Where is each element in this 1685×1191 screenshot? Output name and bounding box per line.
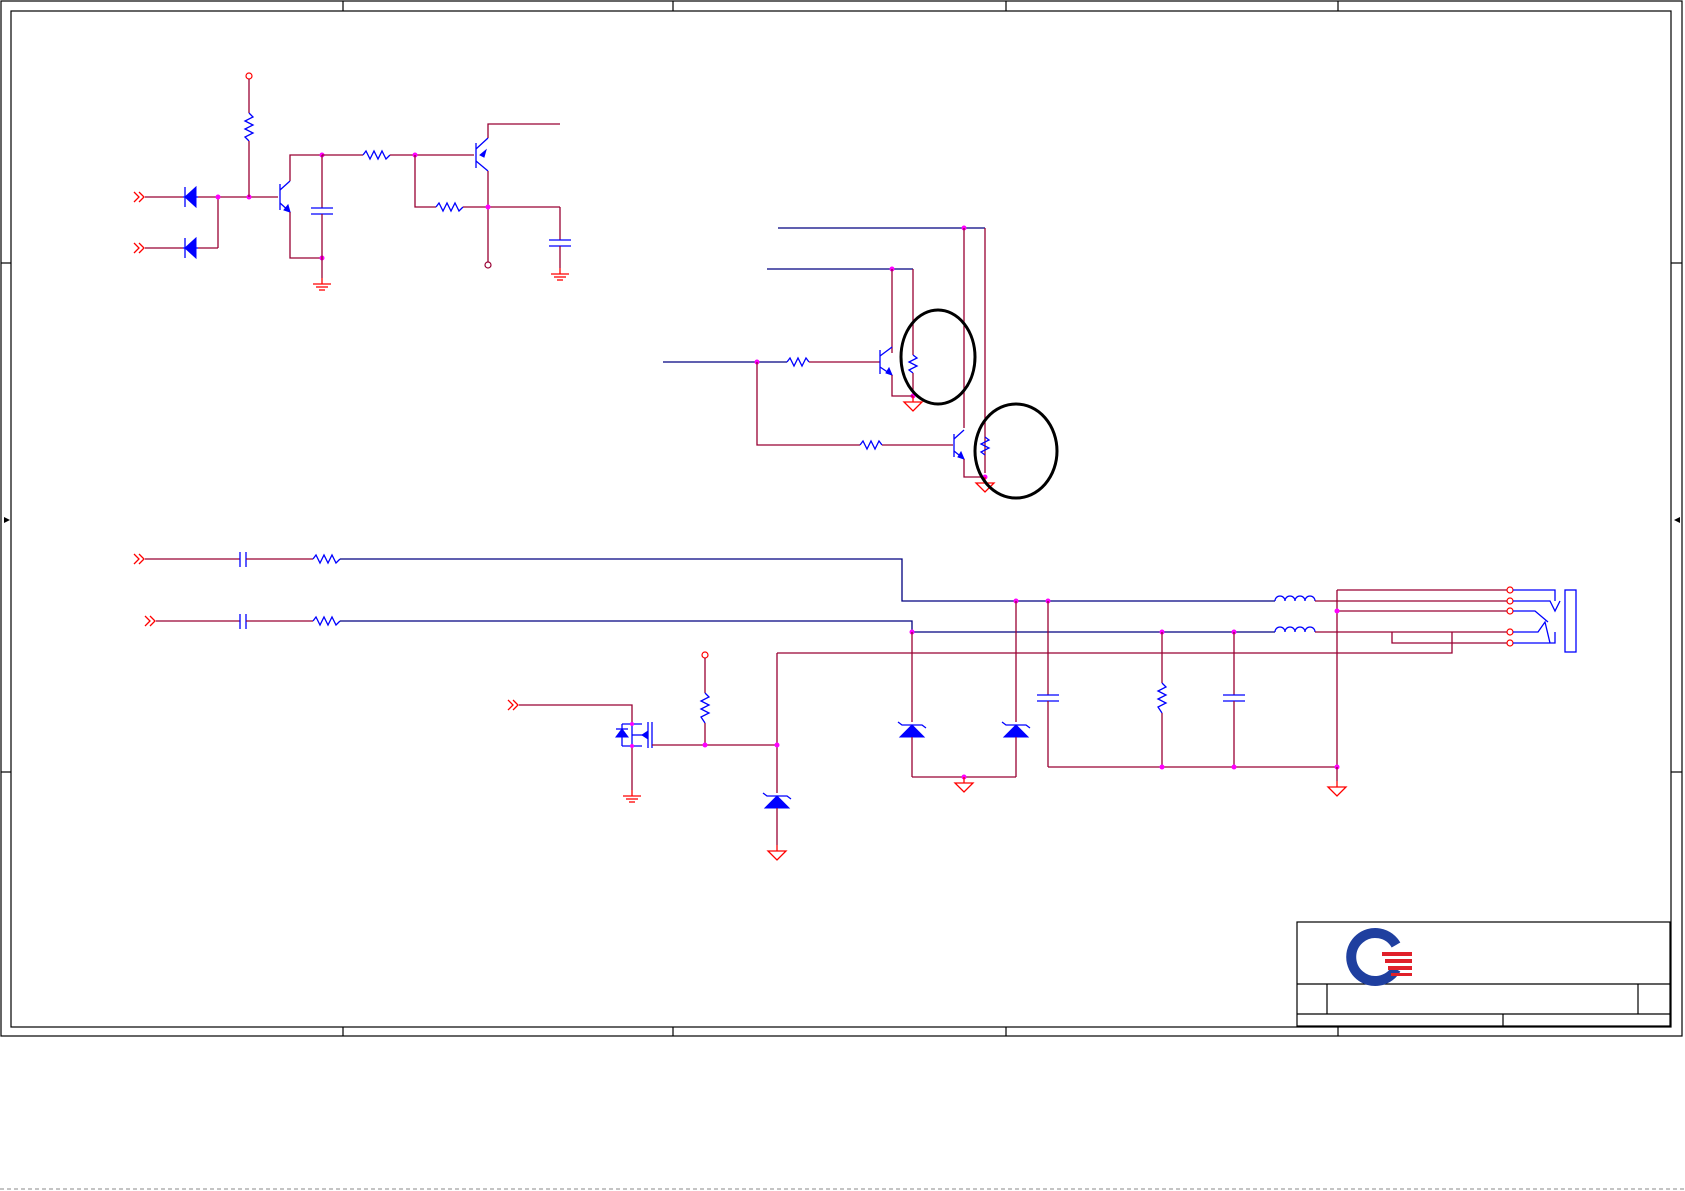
ground-icon xyxy=(1327,780,1347,797)
npn-transistor-icon xyxy=(879,346,893,376)
resistor-icon xyxy=(243,112,255,142)
npn-transistor-icon xyxy=(279,180,291,213)
resistor-icon xyxy=(907,354,919,374)
offpage-connector-icon xyxy=(133,191,145,203)
resistor-icon xyxy=(435,201,464,213)
company-logo-icon xyxy=(1346,928,1412,986)
chassis-ground-icon xyxy=(550,267,570,281)
zener-icon xyxy=(762,792,792,809)
resistor-icon xyxy=(312,553,341,565)
capacitor-icon xyxy=(549,239,571,247)
audio-jack-icon xyxy=(1506,586,1577,653)
highlight-circle xyxy=(973,402,1059,500)
resistor-icon xyxy=(1156,682,1168,714)
capacitor-icon xyxy=(1037,694,1059,702)
diode-icon xyxy=(183,236,198,260)
capacitor-icon xyxy=(1223,694,1245,702)
offpage-connector-icon xyxy=(144,615,156,627)
audio-output-circuit xyxy=(133,552,1577,861)
resistor-icon xyxy=(859,439,883,451)
schematic-sheet xyxy=(0,0,1685,1190)
driver-circuit xyxy=(133,72,571,291)
ground-icon xyxy=(954,776,974,793)
ground-icon xyxy=(767,844,787,861)
npn-transistor-icon xyxy=(475,137,489,172)
offpage-connector-icon xyxy=(133,553,145,565)
capacitor-icon xyxy=(239,552,247,567)
offpage-connector-icon xyxy=(133,242,145,254)
resistor-icon xyxy=(362,149,391,161)
sheet-frame xyxy=(0,0,1685,1190)
offpage-connector-icon xyxy=(507,699,519,711)
inductor-icon xyxy=(1274,595,1316,602)
resistor-icon xyxy=(786,356,810,368)
power-rail-icon xyxy=(701,651,709,659)
zener-icon xyxy=(1001,721,1031,738)
chassis-ground-icon xyxy=(312,277,332,291)
mosfet-icon xyxy=(615,722,653,748)
switch-circuit xyxy=(663,225,1059,500)
zener-icon xyxy=(897,721,927,738)
npn-transistor-icon xyxy=(953,429,965,460)
capacitor-icon xyxy=(311,207,333,215)
chassis-ground-icon xyxy=(622,789,642,803)
resistor-icon xyxy=(699,692,711,724)
diode-icon xyxy=(183,185,198,209)
test-point-icon xyxy=(484,261,492,269)
inductor-icon xyxy=(1274,626,1316,633)
power-rail-icon xyxy=(245,72,253,80)
title-block xyxy=(1296,921,1671,1027)
resistor-icon xyxy=(312,615,341,627)
capacitor-icon xyxy=(239,614,247,629)
